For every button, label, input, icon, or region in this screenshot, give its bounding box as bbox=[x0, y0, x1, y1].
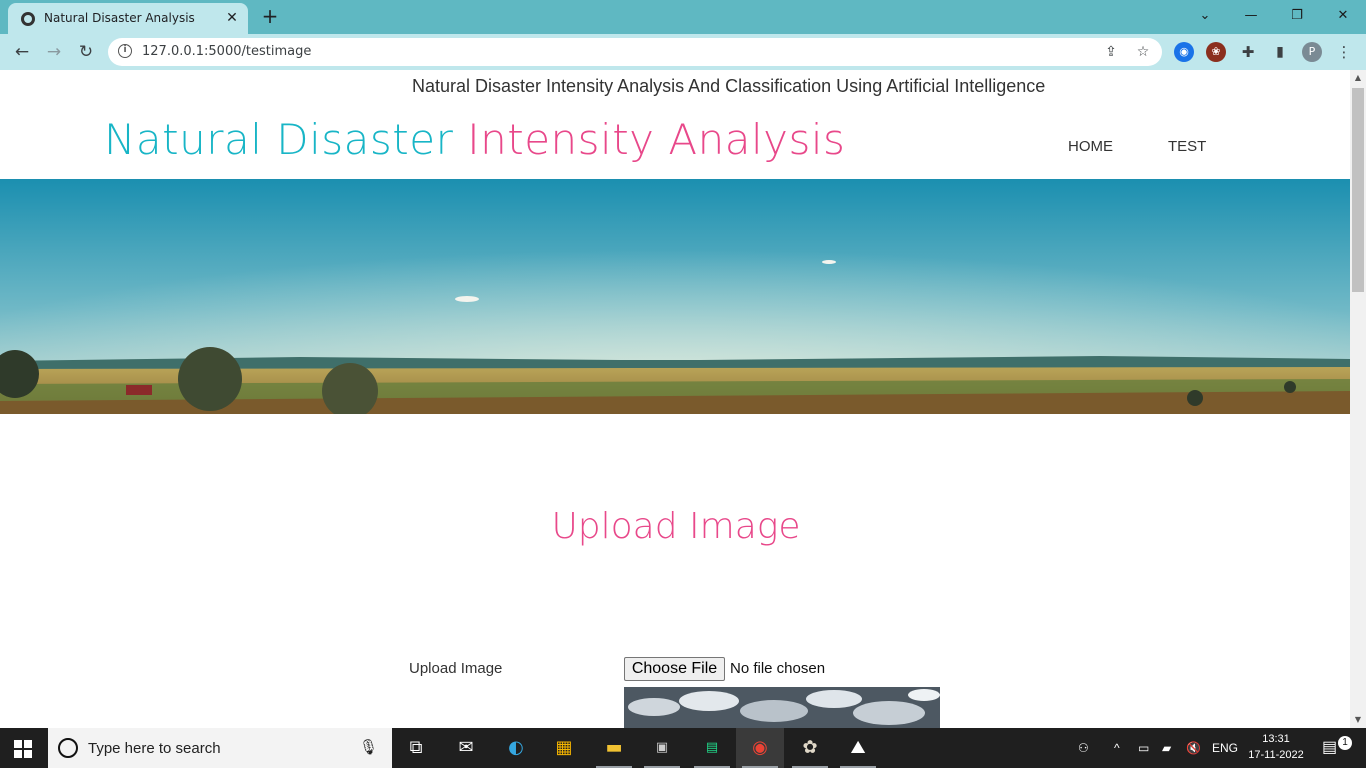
upload-image-label: Upload Image bbox=[409, 660, 503, 677]
bookmark-star-icon[interactable]: ☆ bbox=[1134, 43, 1152, 61]
taskbar-search-box[interactable]: Type here to search 🎙 bbox=[48, 728, 392, 768]
landscape-illustration bbox=[0, 179, 1350, 414]
tab-title: Natural Disaster Analysis bbox=[44, 11, 195, 25]
microphone-icon[interactable]: 🎙 bbox=[359, 738, 378, 756]
people-icon[interactable]: ⚇ bbox=[1078, 728, 1089, 768]
extensions-puzzle-icon[interactable]: ✚ bbox=[1238, 42, 1258, 62]
browser-tab[interactable]: Natural Disaster Analysis ✕ bbox=[8, 3, 248, 34]
brand-part-2: Intensity Analysis bbox=[467, 115, 846, 164]
close-window-button[interactable]: ✕ bbox=[1320, 2, 1366, 30]
battery-icon[interactable]: ▰ bbox=[1162, 728, 1171, 768]
browser-menu-icon[interactable]: ⋮ bbox=[1334, 42, 1354, 62]
tab-search-chevron-icon[interactable]: ⌄ bbox=[1182, 2, 1228, 30]
share-icon[interactable]: ⇪ bbox=[1102, 43, 1120, 61]
windows-taskbar: Type here to search 🎙 ⧉ ✉ ◐ ▦ ▬ ▣ ▤ ◉ ✿ … bbox=[0, 728, 1366, 768]
section-title: Upload Image bbox=[551, 506, 801, 547]
extension-blue-icon[interactable]: ◉ bbox=[1174, 42, 1194, 62]
page-scrollbar[interactable]: ▲ ▼ bbox=[1350, 70, 1366, 728]
pycharm-app-icon[interactable]: ▤ bbox=[688, 728, 736, 768]
close-tab-icon[interactable]: ✕ bbox=[222, 8, 242, 28]
tray-chevron-icon[interactable]: ^ bbox=[1114, 728, 1120, 768]
new-tab-button[interactable]: + bbox=[258, 5, 282, 29]
extension-paw-icon[interactable]: ❀ bbox=[1206, 42, 1226, 62]
url-text[interactable]: 127.0.0.1:5000/testimage bbox=[142, 44, 311, 59]
network-icon[interactable]: ▭ bbox=[1138, 728, 1149, 768]
site-info-icon[interactable]: i bbox=[118, 44, 132, 58]
terminal-app-icon[interactable]: ▣ bbox=[638, 728, 686, 768]
cortana-circle-icon bbox=[58, 738, 78, 758]
choose-file-button[interactable]: Choose File bbox=[624, 657, 725, 681]
nav-test-link[interactable]: TEST bbox=[1168, 138, 1206, 155]
clock-time: 13:31 bbox=[1262, 733, 1290, 745]
file-explorer-icon[interactable]: ▬ bbox=[590, 728, 638, 768]
side-panel-icon[interactable]: ▮ bbox=[1270, 42, 1290, 62]
brand-part-1: Natural Disaster bbox=[104, 115, 454, 164]
browser-toolbar: ← → ↻ i 127.0.0.1:5000/testimage ⇪ ☆ ◉ ❀… bbox=[0, 34, 1366, 70]
minimize-button[interactable]: — bbox=[1228, 2, 1274, 30]
notification-count-badge: 1 bbox=[1338, 736, 1352, 750]
nav-home-link[interactable]: HOME bbox=[1068, 138, 1113, 155]
task-view-icon[interactable]: ⧉ bbox=[392, 728, 440, 768]
paint-app-icon[interactable]: ✿ bbox=[786, 728, 834, 768]
search-placeholder: Type here to search bbox=[88, 740, 221, 757]
store-app-icon[interactable]: ▦ bbox=[540, 728, 588, 768]
photos-app-icon[interactable]: ⛰ bbox=[834, 728, 882, 768]
address-bar[interactable]: i 127.0.0.1:5000/testimage ⇪ ☆ bbox=[108, 38, 1162, 66]
web-page: Natural Disaster Intensity Analysis And … bbox=[0, 70, 1350, 728]
restore-button[interactable]: ❐ bbox=[1274, 2, 1320, 30]
mail-app-icon[interactable]: ✉ bbox=[442, 728, 490, 768]
satellite-cloud-image bbox=[624, 687, 940, 728]
language-indicator[interactable]: ENG bbox=[1212, 728, 1238, 768]
scroll-up-arrow-icon[interactable]: ▲ bbox=[1350, 70, 1366, 86]
reload-button[interactable]: ↻ bbox=[74, 40, 98, 64]
scrollbar-thumb[interactable] bbox=[1352, 88, 1364, 292]
volume-muted-icon[interactable]: 🔇 bbox=[1186, 728, 1201, 768]
edge-browser-icon[interactable]: ◐ bbox=[492, 728, 540, 768]
globe-icon bbox=[21, 12, 35, 26]
taskbar-clock[interactable]: 13:31 17-11-2022 bbox=[1246, 731, 1306, 763]
site-brand[interactable]: Natural Disaster Intensity Analysis bbox=[104, 115, 845, 164]
uploaded-image-preview bbox=[624, 687, 940, 728]
browser-tab-bar: Natural Disaster Analysis ✕ + ⌄ — ❐ ✕ bbox=[0, 0, 1366, 34]
page-top-heading: Natural Disaster Intensity Analysis And … bbox=[412, 76, 1046, 96]
chrome-app-icon[interactable]: ◉ bbox=[736, 728, 784, 768]
file-status-text: No file chosen bbox=[730, 660, 826, 677]
hero-banner-image bbox=[0, 179, 1350, 414]
back-button[interactable]: ← bbox=[10, 40, 34, 64]
windows-start-icon[interactable] bbox=[14, 740, 32, 758]
scroll-down-arrow-icon[interactable]: ▼ bbox=[1350, 712, 1366, 728]
profile-avatar[interactable]: P bbox=[1302, 42, 1322, 62]
forward-button[interactable]: → bbox=[42, 40, 66, 64]
clock-date: 17-11-2022 bbox=[1248, 749, 1304, 761]
notification-icon[interactable]: ▤ bbox=[1322, 728, 1337, 768]
